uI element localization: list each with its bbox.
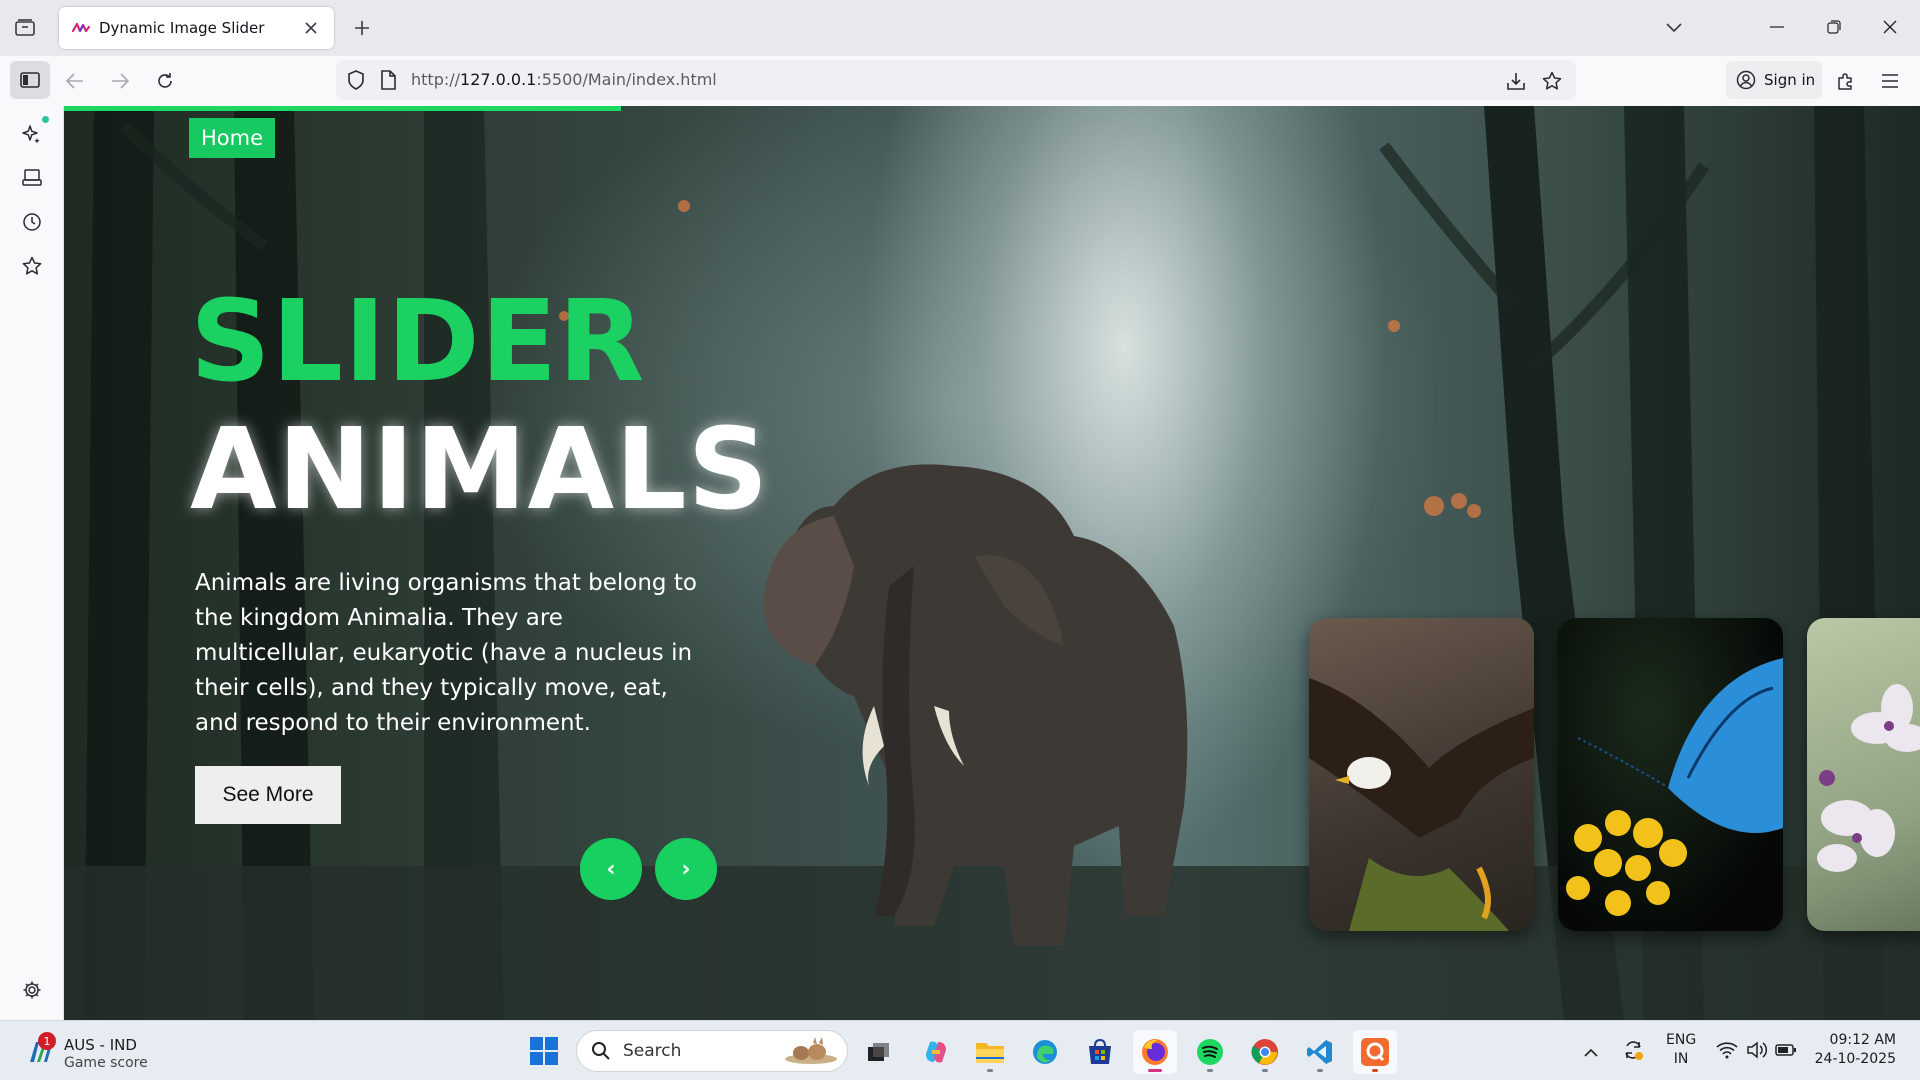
notification-dot bbox=[42, 116, 49, 123]
see-more-button[interactable]: See More bbox=[195, 766, 341, 824]
account-icon bbox=[1736, 70, 1756, 90]
notification-badge: 1 bbox=[38, 1032, 56, 1050]
thumbnail-eagle[interactable] bbox=[1309, 618, 1534, 931]
prev-slide-button[interactable]: ‹ bbox=[580, 838, 642, 900]
edge-browser-icon[interactable] bbox=[1023, 1030, 1067, 1074]
page-info-icon[interactable] bbox=[376, 68, 400, 92]
tab-bar: Dynamic Image Slider bbox=[0, 0, 1920, 56]
tab-overflow-chevron-icon[interactable] bbox=[1660, 14, 1688, 42]
thumbnail-butterfly[interactable] bbox=[1558, 618, 1783, 931]
new-tab-icon[interactable] bbox=[348, 14, 376, 42]
sync-status-icon[interactable] bbox=[1620, 1037, 1646, 1063]
restore-window-icon[interactable] bbox=[1814, 10, 1854, 44]
system-clock[interactable]: 09:12 AM 24-10-2025 bbox=[1806, 1031, 1896, 1069]
search-highlight-icon bbox=[785, 1037, 837, 1064]
butterfly-image bbox=[1566, 658, 1783, 916]
show-hidden-icons-chevron-icon[interactable] bbox=[1578, 1039, 1604, 1065]
sidebar-toggle-icon[interactable] bbox=[10, 61, 50, 99]
wifi-icon[interactable] bbox=[1714, 1037, 1740, 1063]
home-link[interactable]: Home bbox=[189, 118, 276, 158]
settings-gear-icon[interactable] bbox=[18, 976, 46, 1004]
close-tab-icon[interactable] bbox=[300, 17, 322, 39]
firefox-icon[interactable] bbox=[1133, 1030, 1177, 1074]
elephant-image bbox=[763, 464, 1188, 946]
ai-sparkle-icon[interactable] bbox=[18, 120, 46, 148]
search-icon bbox=[592, 1042, 610, 1060]
windows-taskbar: 1 AUS - IND Game score Search ENG IN 09:… bbox=[0, 1020, 1920, 1080]
navigation-toolbar: http://127.0.0.1:5500/Main/index.html Si… bbox=[0, 56, 1920, 106]
windows-start-icon[interactable] bbox=[528, 1035, 560, 1067]
bookmarks-star-icon[interactable] bbox=[18, 252, 46, 280]
quickshare-app-icon[interactable] bbox=[1353, 1030, 1397, 1074]
close-window-icon[interactable] bbox=[1870, 10, 1910, 44]
sign-in-button[interactable]: Sign in bbox=[1726, 61, 1822, 99]
address-bar[interactable]: http://127.0.0.1:5500/Main/index.html bbox=[336, 60, 1576, 100]
widgets-weather-button[interactable]: 1 AUS - IND Game score bbox=[22, 1030, 152, 1074]
web-page: Home SLIDER ANIMALS Animals are living o… bbox=[64, 106, 1920, 1020]
bookmark-star-icon[interactable] bbox=[1539, 68, 1565, 94]
copilot-icon[interactable] bbox=[914, 1030, 958, 1074]
task-view-icon[interactable] bbox=[856, 1030, 900, 1074]
volume-icon[interactable] bbox=[1744, 1037, 1770, 1063]
chrome-icon[interactable] bbox=[1243, 1030, 1287, 1074]
slide-description: Animals are living organisms that belong… bbox=[195, 570, 697, 736]
reload-icon[interactable] bbox=[149, 65, 181, 97]
widget-subtitle: Game score bbox=[64, 1055, 148, 1071]
app-menu-hamburger-icon[interactable] bbox=[1874, 65, 1906, 97]
spotify-icon[interactable] bbox=[1188, 1030, 1232, 1074]
synced-tabs-icon[interactable] bbox=[18, 164, 46, 192]
tracking-protection-shield-icon[interactable] bbox=[344, 68, 368, 92]
input-language-indicator[interactable]: ENG IN bbox=[1666, 1031, 1696, 1069]
save-to-pocket-icon[interactable] bbox=[1503, 68, 1529, 94]
search-placeholder: Search bbox=[623, 1041, 682, 1061]
widget-title: AUS - IND bbox=[64, 1036, 137, 1054]
history-clock-icon[interactable] bbox=[18, 208, 46, 236]
url-text: http://127.0.0.1:5500/Main/index.html bbox=[411, 70, 717, 89]
extensions-puzzle-icon[interactable] bbox=[1830, 65, 1862, 97]
back-arrow-icon[interactable] bbox=[59, 65, 91, 97]
battery-icon[interactable] bbox=[1773, 1037, 1799, 1063]
page-favicon-icon bbox=[71, 22, 91, 33]
microsoft-store-icon[interactable] bbox=[1078, 1030, 1122, 1074]
next-slide-button[interactable]: › bbox=[655, 838, 717, 900]
slide-title-line2: ANIMALS bbox=[190, 405, 770, 535]
taskbar-search-box[interactable]: Search bbox=[576, 1030, 848, 1072]
minimize-window-icon[interactable] bbox=[1757, 10, 1797, 44]
active-tab[interactable]: Dynamic Image Slider bbox=[59, 7, 334, 49]
list-all-tabs-icon[interactable] bbox=[10, 13, 40, 43]
vscode-icon[interactable] bbox=[1298, 1030, 1342, 1074]
eagle-image bbox=[1309, 678, 1534, 931]
slide-progress-bar bbox=[64, 106, 621, 111]
forward-arrow-icon[interactable] bbox=[104, 65, 136, 97]
blossom-image bbox=[1817, 684, 1920, 872]
slide-title-line1: SLIDER bbox=[190, 277, 646, 407]
file-explorer-icon[interactable] bbox=[968, 1030, 1012, 1074]
tab-title: Dynamic Image Slider bbox=[99, 19, 265, 37]
thumbnail-blossom[interactable] bbox=[1807, 618, 1920, 931]
browser-sidebar bbox=[0, 106, 64, 1020]
